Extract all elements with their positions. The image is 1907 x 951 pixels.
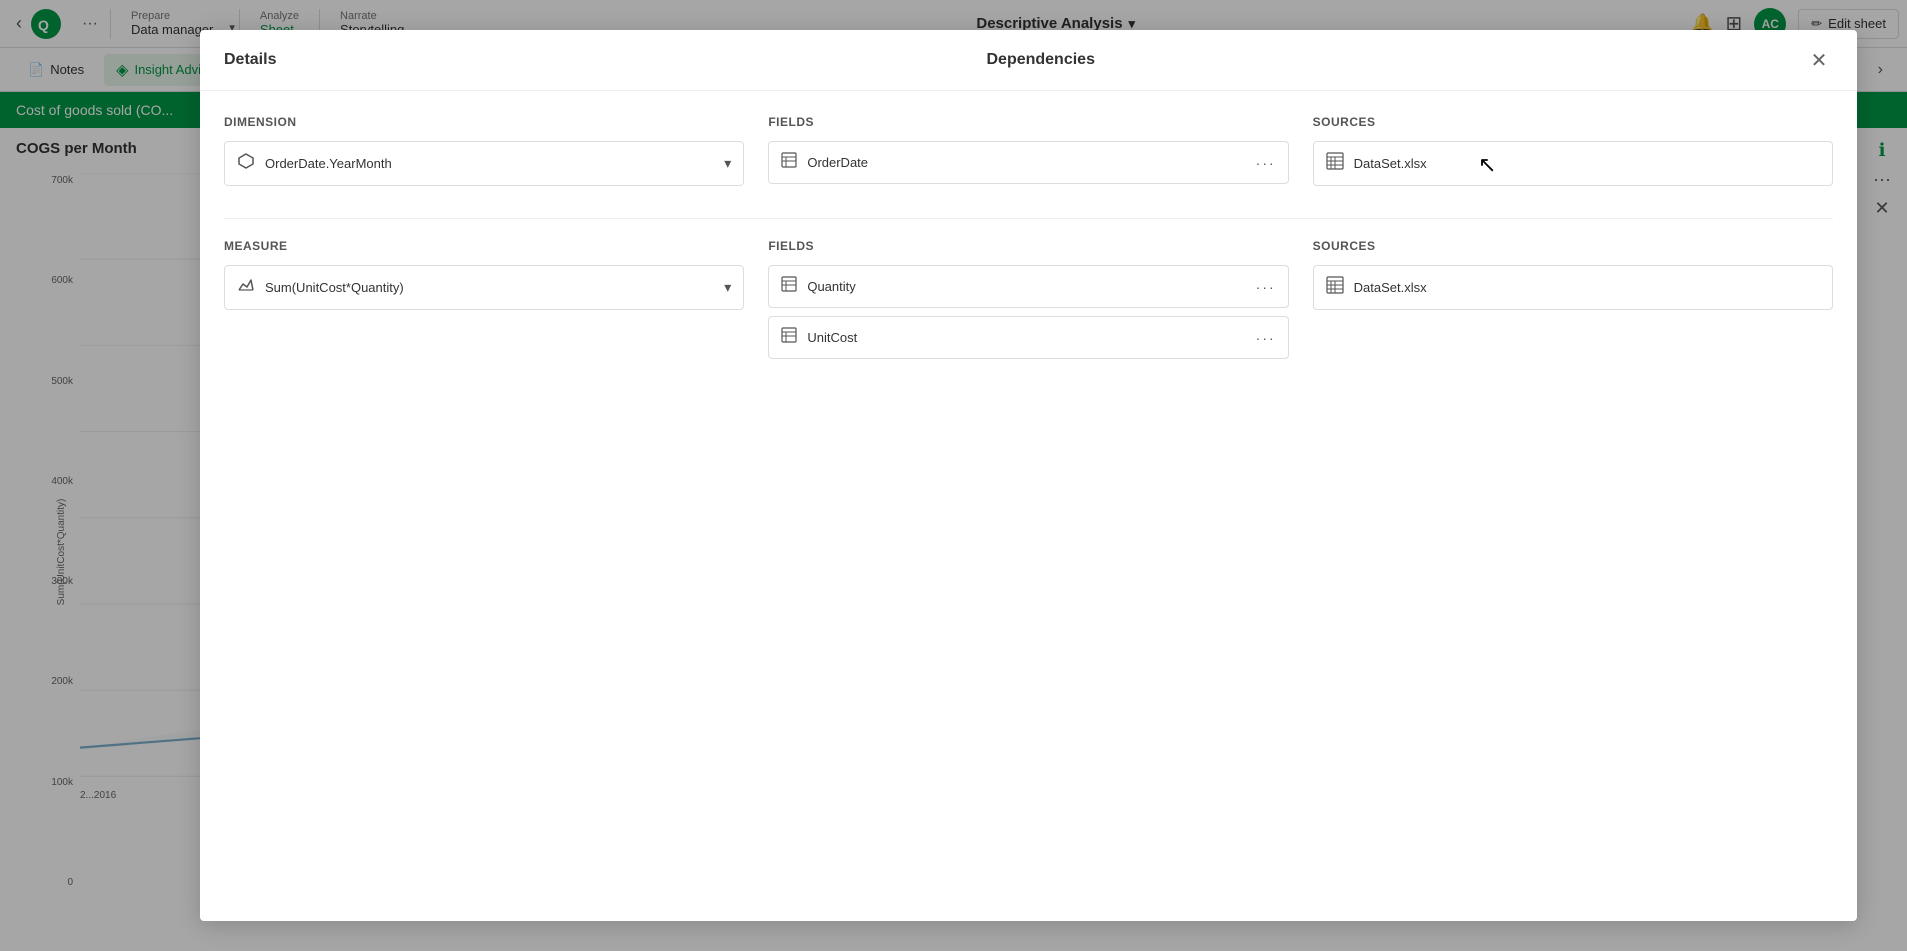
dimension-item-card: OrderDate.YearMonth ▾ [224,141,744,186]
dimension-section: Dimension OrderDate.YearMonth ▾ [224,115,744,194]
field-quantity-label: Quantity [807,279,855,294]
dialog-body: Dimension OrderDate.YearMonth ▾ Fie [200,91,1857,921]
measure-section: Measure Sum(UnitCost*Quantity) ▾ [224,239,744,367]
field-orderdate-more-icon[interactable]: ··· [1256,155,1276,171]
sources-section-2: Sources Da [1313,239,1833,367]
dialog-title-dependencies: Dependencies [276,51,1805,69]
field-quantity-more-icon[interactable]: ··· [1256,279,1276,295]
source-dataset-1-left: DataSet.xlsx [1326,152,1427,175]
measure-item-icon [237,276,255,299]
dimension-item-label: OrderDate.YearMonth [265,156,392,171]
field-orderdate-label: OrderDate [807,155,868,170]
fields-section-1: Fields OrderDate ··· [768,115,1288,194]
fields-section-2: Fields Quantity ··· [768,239,1288,367]
row-separator [224,218,1833,219]
measure-item-left: Sum(UnitCost*Quantity) [237,276,404,299]
measure-chevron-icon[interactable]: ▾ [724,279,731,296]
dimension-item-left: OrderDate.YearMonth [237,152,392,175]
field-orderdate-left: OrderDate [781,152,868,173]
fields-title-1: Fields [768,115,1288,129]
field-unitcost-label: UnitCost [807,330,857,345]
dialog-title-details: Details [224,51,276,69]
field-unitcost-more-icon[interactable]: ··· [1256,330,1276,346]
dimension-title: Dimension [224,115,744,129]
field-quantity-left: Quantity [781,276,855,297]
dimension-row: Dimension OrderDate.YearMonth ▾ Fie [224,115,1833,194]
field-orderdate-icon [781,152,797,173]
source-dataset-1-icon [1326,152,1344,175]
field-orderdate-card: OrderDate ··· [768,141,1288,184]
measure-item-label: Sum(UnitCost*Quantity) [265,280,404,295]
fields-title-2: Fields [768,239,1288,253]
source-dataset-2-label: DataSet.xlsx [1354,280,1427,295]
field-quantity-card: Quantity ··· [768,265,1288,308]
field-unitcost-left: UnitCost [781,327,857,348]
dimension-chevron-icon[interactable]: ▾ [724,155,731,172]
measure-item-card: Sum(UnitCost*Quantity) ▾ [224,265,744,310]
field-quantity-icon [781,276,797,297]
source-dataset-2-icon [1326,276,1344,299]
source-dataset-2-left: DataSet.xlsx [1326,276,1427,299]
dialog: Details Dependencies ✕ Dimension OrderDa… [200,30,1857,921]
sources-section-1: Sources Da [1313,115,1833,194]
measure-row: Measure Sum(UnitCost*Quantity) ▾ [224,239,1833,367]
dialog-header: Details Dependencies ✕ [200,30,1857,91]
dimension-item-icon [237,152,255,175]
dialog-close-button[interactable]: ✕ [1805,46,1833,74]
measure-title: Measure [224,239,744,253]
sources-title-2: Sources [1313,239,1833,253]
source-dataset-1-card: DataSet.xlsx [1313,141,1833,186]
field-unitcost-card: UnitCost ··· [768,316,1288,359]
source-dataset-1-label: DataSet.xlsx [1354,156,1427,171]
sources-title-1: Sources [1313,115,1833,129]
source-dataset-2-card: DataSet.xlsx [1313,265,1833,310]
field-unitcost-icon [781,327,797,348]
